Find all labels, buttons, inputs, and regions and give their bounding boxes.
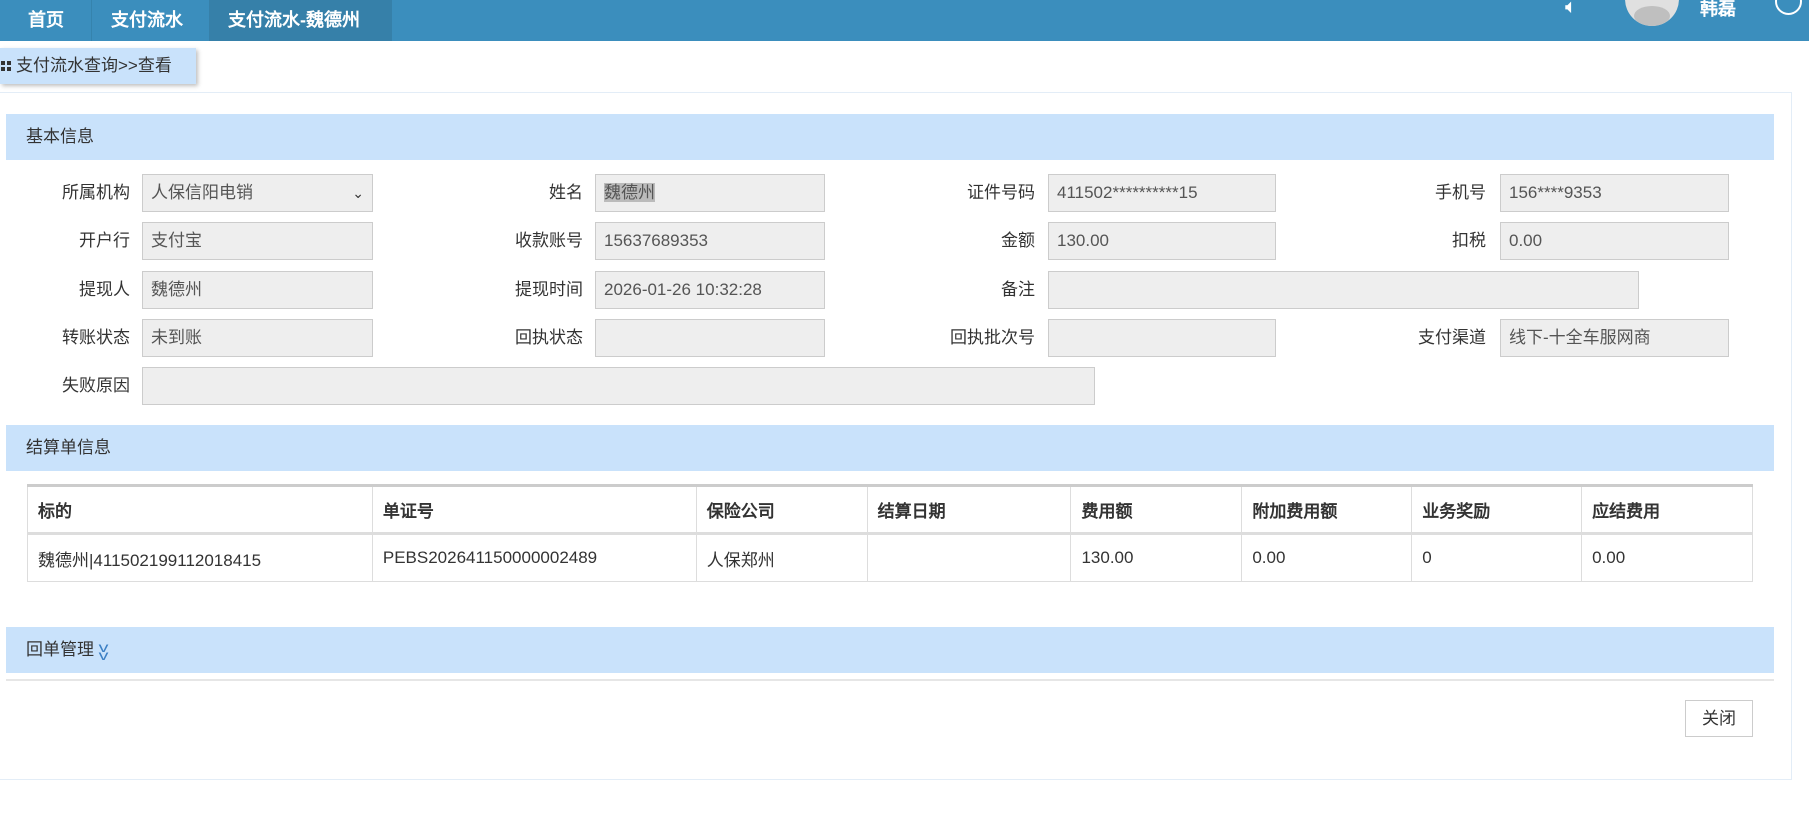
breadcrumb: 支付流水查询>>查看	[0, 48, 196, 84]
pay-channel-field[interactable]: 线下-十全车服网商	[1500, 319, 1729, 357]
withdrawer-field[interactable]: 魏德州	[142, 271, 373, 309]
table-row: 魏德州|411502199112018415 PEBS2026411500000…	[27, 533, 1753, 582]
table-cell: 人保郑州	[695, 533, 868, 582]
field-label: 转账状态	[62, 328, 130, 347]
column-header: 单证号	[371, 484, 697, 535]
tab-label: 首页	[28, 10, 64, 30]
field-label: 支付渠道	[1418, 328, 1486, 347]
section-basic-info: 基本信息	[6, 114, 1774, 160]
avatar[interactable]	[1625, 0, 1679, 26]
table-cell: PEBS202641150000002489	[371, 533, 697, 582]
field-label: 备注	[1001, 280, 1035, 299]
column-header: 标的	[27, 484, 373, 535]
close-button[interactable]: 关闭	[1685, 700, 1753, 737]
tab-payment-flow[interactable]: 支付流水	[92, 0, 209, 41]
breadcrumb-text: 支付流水查询>>查看	[16, 56, 172, 75]
field-label: 失败原因	[62, 376, 130, 395]
org-select-value: 人保信阳电销	[151, 183, 253, 202]
account-field[interactable]: 15637689353	[595, 222, 825, 260]
chevron-down-icon: ⌄	[352, 185, 364, 201]
speaker-icon[interactable]: 🔈︎	[1565, 0, 1577, 19]
tab-home[interactable]: 首页	[0, 0, 92, 41]
name-field[interactable]: 魏德州	[595, 174, 825, 212]
column-header: 保险公司	[695, 484, 868, 535]
name-value: 魏德州	[604, 183, 655, 202]
column-header: 应结费用	[1581, 484, 1753, 535]
column-header: 附加费用额	[1241, 484, 1413, 535]
id-number-field[interactable]: 411502**********15	[1048, 174, 1276, 212]
field-label: 回执状态	[515, 328, 583, 347]
amount-field[interactable]: 130.00	[1048, 222, 1276, 260]
tax-field[interactable]: 0.00	[1500, 222, 1729, 260]
tab-payment-flow-detail[interactable]: 支付流水-魏德州	[209, 0, 392, 41]
org-select[interactable]: 人保信阳电销 ⌄	[142, 174, 373, 212]
top-nav-bar: 首页 支付流水 支付流水-魏德州 🔈︎ 韩磊	[0, 0, 1809, 41]
field-label: 所属机构	[62, 183, 130, 202]
tab-label: 支付流水	[111, 10, 183, 30]
section-title: 回单管理	[26, 640, 94, 659]
table-cell: 魏德州|411502199112018415	[27, 533, 373, 582]
table-cell: 0	[1411, 533, 1583, 582]
section-receipt-management[interactable]: 回单管理 v v	[6, 627, 1774, 673]
divider	[6, 679, 1774, 681]
table-cell	[866, 533, 1072, 582]
table-cell: 130.00	[1070, 533, 1243, 582]
column-header: 费用额	[1070, 484, 1243, 535]
phone-field[interactable]: 156****9353	[1500, 174, 1729, 212]
tab-label: 支付流水-魏德州	[228, 10, 360, 30]
remark-field[interactable]	[1048, 271, 1639, 309]
table-cell: 0.00	[1581, 533, 1753, 582]
settlement-table: 标的 单证号 保险公司 结算日期 费用额 附加费用额 业务奖励 应结费用 魏德州…	[27, 484, 1753, 582]
transfer-status-field[interactable]: 未到账	[142, 319, 373, 357]
column-header: 业务奖励	[1411, 484, 1583, 535]
double-chevron-down-icon[interactable]: vv	[99, 640, 109, 662]
power-icon[interactable]	[1775, 0, 1802, 15]
field-label: 提现时间	[515, 280, 583, 299]
field-label: 姓名	[549, 183, 583, 202]
receipt-batch-field[interactable]	[1048, 319, 1276, 357]
bank-field[interactable]: 支付宝	[142, 222, 373, 260]
field-label: 开户行	[79, 231, 130, 250]
field-label: 证件号码	[967, 183, 1035, 202]
username[interactable]: 韩磊	[1700, 0, 1736, 21]
field-label: 扣税	[1452, 231, 1486, 250]
field-label: 提现人	[79, 280, 130, 299]
withdraw-time-field[interactable]: 2026-01-26 10:32:28	[595, 271, 825, 309]
grid-icon	[1, 61, 11, 71]
receipt-status-field[interactable]	[595, 319, 825, 357]
field-label: 金额	[1001, 231, 1035, 250]
failure-reason-field[interactable]	[142, 367, 1095, 405]
field-label: 收款账号	[515, 231, 583, 250]
table-header-row: 标的 单证号 保险公司 结算日期 费用额 附加费用额 业务奖励 应结费用	[27, 484, 1753, 535]
table-cell: 0.00	[1241, 533, 1413, 582]
field-label: 回执批次号	[950, 328, 1035, 347]
column-header: 结算日期	[866, 484, 1072, 535]
section-settlement-info: 结算单信息	[6, 425, 1774, 471]
field-label: 手机号	[1435, 183, 1486, 202]
